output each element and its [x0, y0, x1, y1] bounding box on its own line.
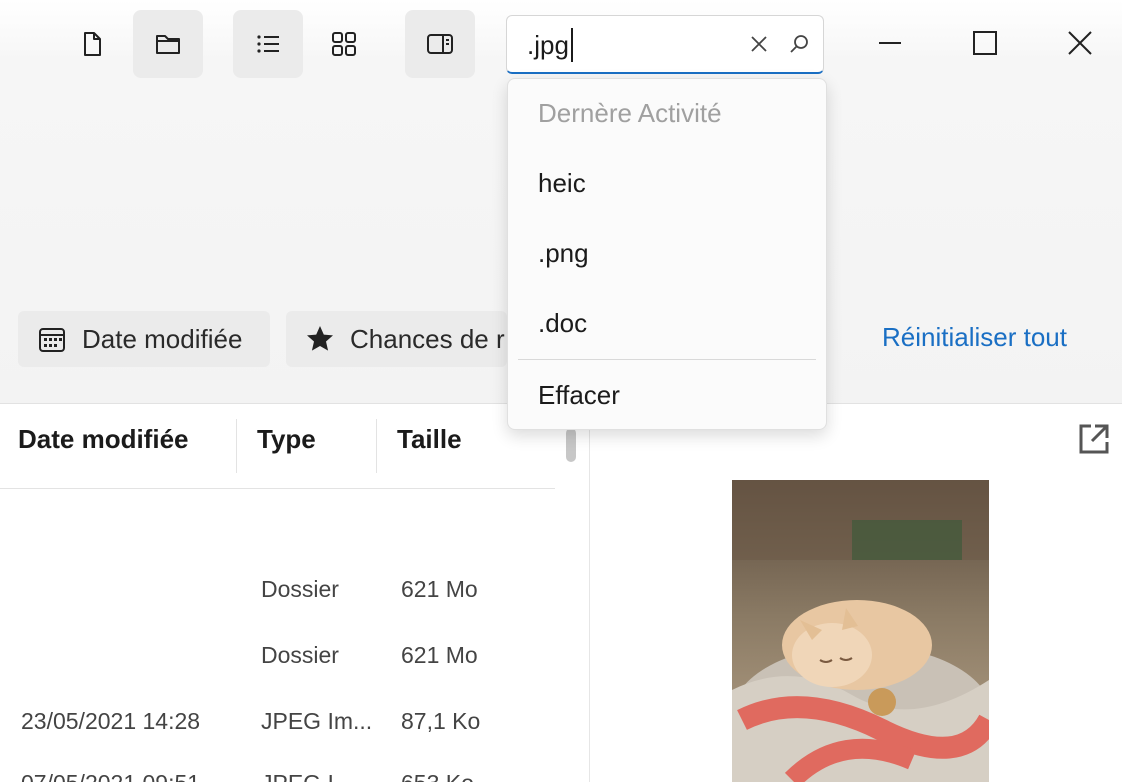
suggestion-item[interactable]: heic — [538, 168, 586, 199]
list-view-button[interactable] — [233, 10, 303, 78]
grid-view-button[interactable] — [309, 10, 379, 78]
search-input[interactable] — [527, 28, 737, 62]
search-icon[interactable] — [787, 32, 811, 56]
close-window-button[interactable] — [1057, 20, 1103, 66]
row-size: 87,1 Ko — [401, 708, 481, 734]
suggestion-item[interactable]: .doc — [538, 308, 587, 339]
new-file-icon — [84, 32, 101, 56]
column-header-size[interactable]: Taille — [397, 424, 462, 455]
clear-history-button[interactable]: Effacer — [538, 380, 620, 411]
grid-view-icon — [332, 32, 356, 56]
row-size: 621 Mo — [401, 576, 478, 602]
close-icon[interactable] — [747, 32, 771, 56]
dropdown-header: Dernère Activité — [538, 98, 722, 128]
row-type: JPEG I... — [261, 770, 353, 782]
text-caret — [571, 28, 573, 62]
list-view-icon — [257, 35, 279, 53]
suggestion-item[interactable]: .png — [538, 238, 589, 269]
preview-pane-button[interactable] — [405, 10, 475, 78]
maximize-icon — [973, 31, 997, 55]
maximize-button[interactable] — [962, 20, 1008, 66]
chip-label: Chances de r — [350, 323, 505, 354]
row-date: 07/05/2021 09:51 — [21, 770, 200, 782]
scrollbar-thumb[interactable] — [566, 428, 576, 462]
preview-pane-icon — [427, 34, 453, 54]
new-file-button[interactable] — [57, 10, 127, 78]
row-type: Dossier — [261, 642, 339, 668]
column-separator[interactable] — [236, 419, 237, 473]
row-size: 621 Mo — [401, 642, 478, 668]
preview-image — [732, 480, 989, 782]
search-suggestions-dropdown: Dernère Activité heic .png .doc Effacer — [507, 78, 827, 430]
minimize-button[interactable] — [867, 20, 913, 66]
filter-chip-date-modified[interactable]: Date modifiée — [18, 311, 270, 367]
row-size: 653 Ko — [401, 770, 474, 782]
search-box[interactable] — [506, 15, 824, 74]
close-icon — [1068, 31, 1092, 55]
star-icon — [307, 326, 333, 351]
row-date: 23/05/2021 14:28 — [21, 708, 201, 734]
header-divider — [0, 488, 555, 489]
reset-all-link[interactable]: Réinitialiser tout — [882, 322, 1067, 353]
row-type: JPEG Im... — [261, 708, 373, 734]
filter-chip-rating[interactable]: Chances de r — [286, 311, 507, 367]
column-separator[interactable] — [376, 419, 377, 473]
row-type: Dossier — [261, 576, 339, 602]
calendar-icon — [39, 328, 65, 352]
column-header-type[interactable]: Type — [257, 424, 316, 455]
folder-icon — [156, 35, 180, 54]
chip-label: Date modifiée — [82, 323, 243, 354]
minimize-icon — [879, 42, 901, 44]
column-header-date[interactable]: Date modifiée — [18, 424, 189, 455]
open-folder-button[interactable] — [133, 10, 203, 78]
dropdown-divider — [518, 359, 816, 360]
open-external-icon[interactable] — [1077, 422, 1111, 456]
